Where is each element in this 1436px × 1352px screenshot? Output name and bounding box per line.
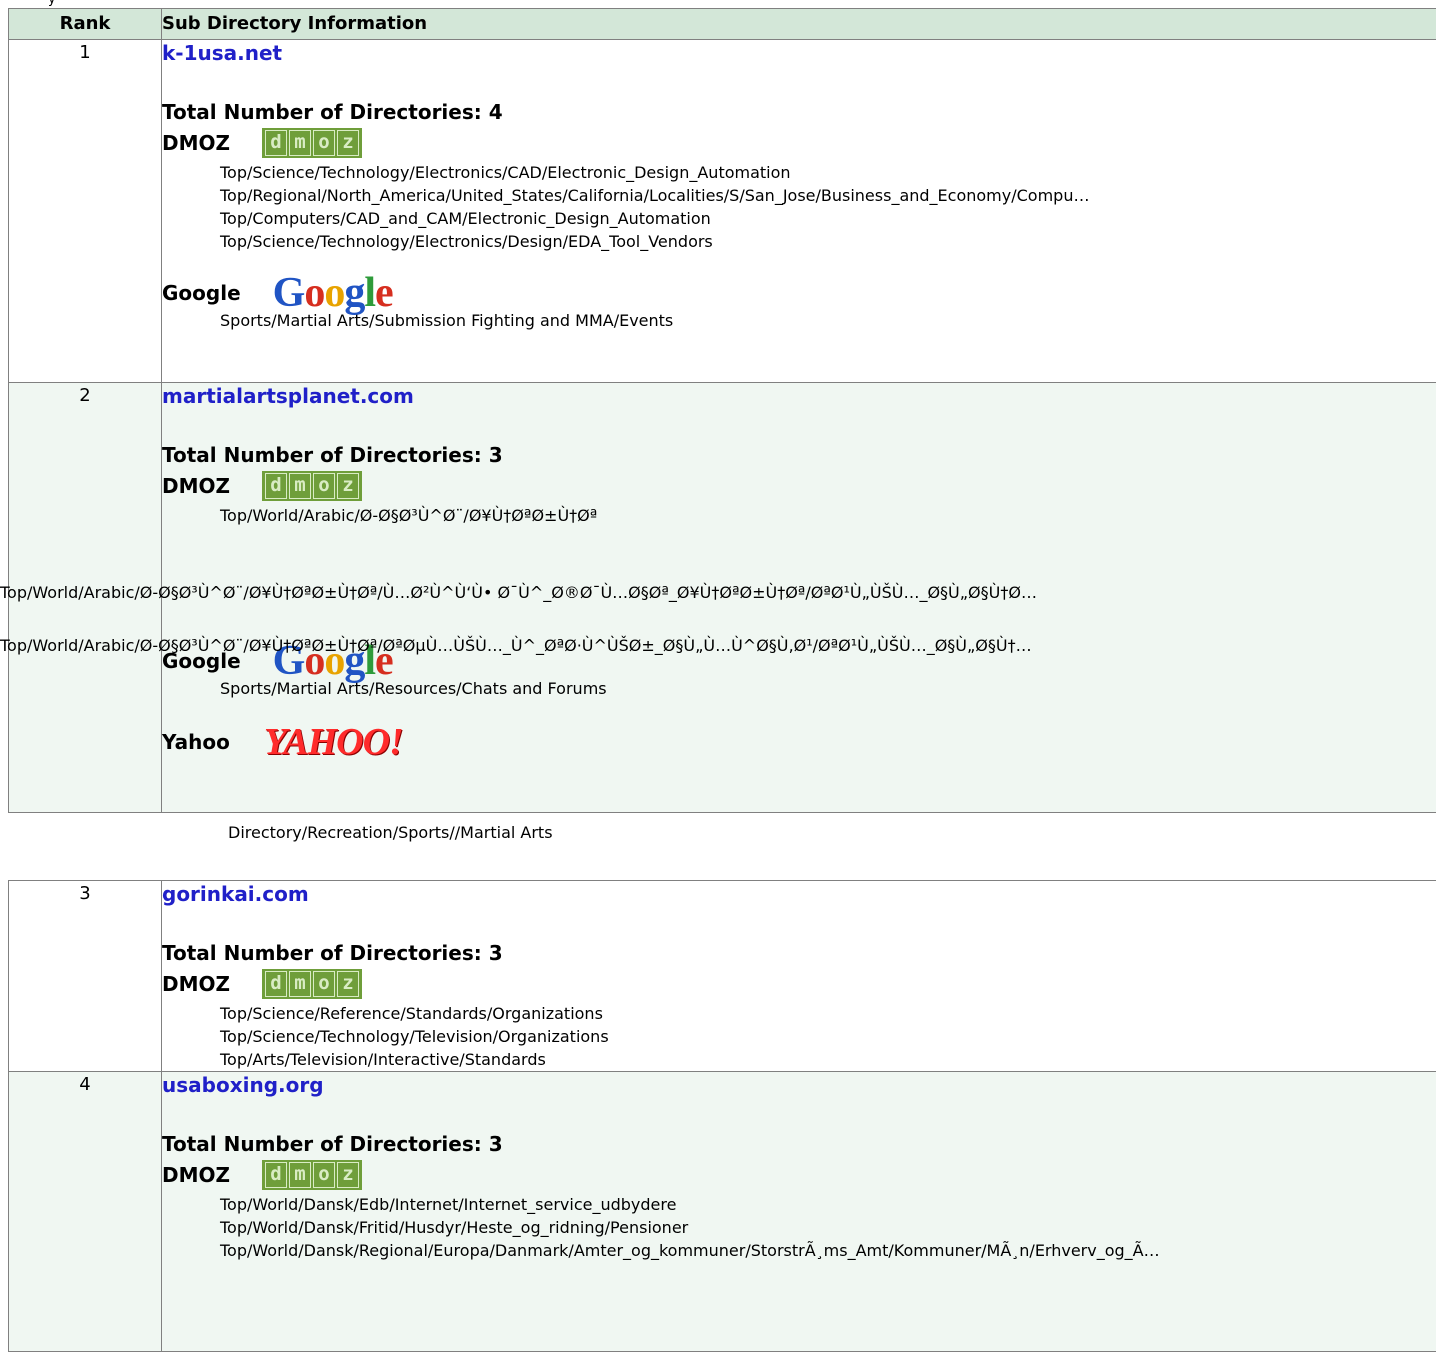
dmoz-logo: dmoz <box>262 471 362 501</box>
dmoz-path: Top/Science/Technology/Television/Organi… <box>162 1025 1436 1048</box>
dmoz-label: DMOZ <box>162 131 230 155</box>
dmoz-path: Top/World/Dansk/Edb/Internet/Internet_se… <box>162 1193 1436 1216</box>
dmoz-path: Top/Regional/North_America/United_States… <box>162 184 1436 207</box>
yahoo-heading: Yahoo YAHOO! <box>162 722 1436 762</box>
dmoz-path: Top/World/Dansk/Regional/Europa/Danmark/… <box>162 1239 1436 1262</box>
dmoz-path: Top/World/Arabic/Ø-Ø§Ø³Ù^Ø¨/Ø¥Ù†ØªØ±Ù†Øª <box>162 504 1436 527</box>
google-path: Sports/Martial Arts/Submission Fighting … <box>162 309 1436 332</box>
table-row: 3 gorinkai.com Total Number of Directori… <box>9 881 1436 1072</box>
dmoz-logo: dmoz <box>262 1160 362 1190</box>
site-link[interactable]: martialartsplanet.com <box>162 383 1436 409</box>
dmoz-label: DMOZ <box>162 1163 230 1187</box>
dmoz-path: Top/Science/Reference/Standards/Organiza… <box>162 1002 1436 1025</box>
site-link[interactable]: gorinkai.com <box>162 881 1436 907</box>
yahoo-path: Directory/Recreation/Sports//Martial Art… <box>228 823 553 843</box>
dmoz-path: Top/World/Dansk/Fritid/Husdyr/Heste_og_r… <box>162 1216 1436 1239</box>
dmoz-path: Top/Science/Technology/Electronics/CAD/E… <box>162 161 1436 184</box>
site-link[interactable]: usaboxing.org <box>162 1072 1436 1098</box>
total-directories: Total Number of Directories: 3 <box>162 1131 1436 1157</box>
dmoz-label: DMOZ <box>162 972 230 996</box>
info-cell: k-1usa.net Total Number of Directories: … <box>162 40 1436 383</box>
dmoz-heading: DMOZ dmoz <box>162 1157 1436 1193</box>
dmoz-label: DMOZ <box>162 474 230 498</box>
rank-cell: 4 <box>9 1072 162 1352</box>
google-path: Sports/Martial Arts/Resources/Chats and … <box>162 677 1436 700</box>
overflow-spacer <box>162 527 1436 617</box>
site-link[interactable]: k-1usa.net <box>162 40 1436 66</box>
dmoz-heading: DMOZ dmoz <box>162 966 1436 1002</box>
dmoz-path: Top/Computers/CAD_and_CAM/Electronic_Des… <box>162 207 1436 230</box>
dmoz-logo: dmoz <box>262 969 362 999</box>
yahoo-logo: YAHOO! <box>264 723 403 761</box>
dmoz-heading: DMOZ dmoz <box>162 468 1436 504</box>
rank-cell: 1 <box>9 40 162 383</box>
total-directories: Total Number of Directories: 3 <box>162 940 1436 966</box>
info-column-header: Sub Directory Information <box>162 9 1436 40</box>
dmoz-path-overflow: Top/World/Arabic/Ø-Ø§Ø³Ù^Ø¨/Ø¥Ù†ØªØ±Ù†Øª… <box>0 636 1032 656</box>
dmoz-path-overflow: Top/World/Arabic/Ø-Ø§Ø³Ù^Ø¨/Ø¥Ù†ØªØ±Ù†Øª… <box>0 583 1037 603</box>
directory-table: Rank Sub Directory Information 1 k-1usa.… <box>8 8 1436 813</box>
info-cell: gorinkai.com Total Number of Directories… <box>162 881 1436 1072</box>
rank-cell: 3 <box>9 881 162 1072</box>
table-row: 1 k-1usa.net Total Number of Directories… <box>9 40 1436 383</box>
info-cell: usaboxing.org Total Number of Directorie… <box>162 1072 1436 1352</box>
table-header-row: Rank Sub Directory Information <box>9 9 1436 40</box>
google-logo: Google <box>273 273 393 313</box>
total-directories: Total Number of Directories: 4 <box>162 99 1436 125</box>
dmoz-heading: DMOZ dmoz <box>162 125 1436 161</box>
dmoz-path: Top/Science/Technology/Electronics/Desig… <box>162 230 1436 253</box>
table-row: 4 usaboxing.org Total Number of Director… <box>9 1072 1436 1352</box>
dmoz-path: Top/Arts/Television/Interactive/Standard… <box>162 1048 1436 1071</box>
yahoo-label: Yahoo <box>162 730 230 754</box>
rank-column-header: Rank <box>9 9 162 40</box>
total-directories: Total Number of Directories: 3 <box>162 442 1436 468</box>
google-label: Google <box>162 281 241 305</box>
directory-table: 3 gorinkai.com Total Number of Directori… <box>8 880 1436 1352</box>
google-heading: Google Google <box>162 273 1436 313</box>
dmoz-logo: dmoz <box>262 128 362 158</box>
